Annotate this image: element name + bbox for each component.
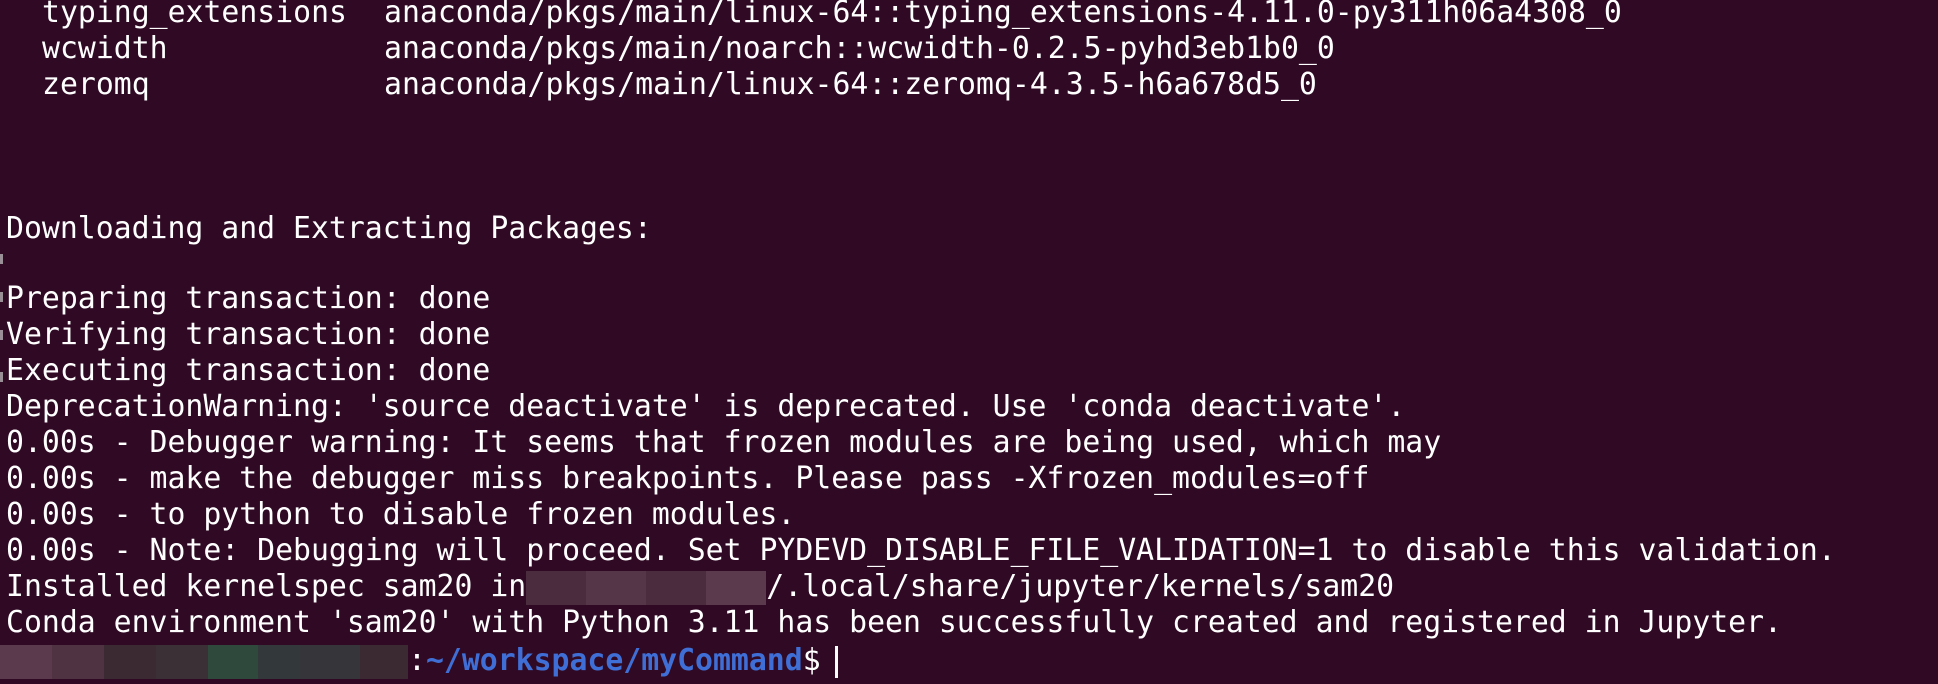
verifying-line: Verifying transaction: done bbox=[6, 317, 491, 352]
preparing-line: Preparing transaction: done bbox=[6, 281, 491, 316]
scrollback-marker bbox=[0, 330, 3, 340]
executing-line: Executing transaction: done bbox=[6, 353, 491, 388]
scrollback-marker bbox=[0, 254, 3, 264]
prompt-symbol: $ bbox=[802, 643, 821, 678]
scrollback-marker bbox=[0, 372, 3, 382]
installed-suffix: /.local/share/jupyter/kernels/sam20 bbox=[766, 569, 1395, 604]
redacted-home-path bbox=[526, 570, 767, 605]
scrollback-marker bbox=[0, 292, 3, 302]
package-spec: anaconda/pkgs/main/linux-64::zeromq-4.3.… bbox=[384, 67, 1317, 102]
debugger-warning-line: 0.00s - to python to disable frozen modu… bbox=[6, 497, 796, 532]
debugger-warning-line: 0.00s - make the debugger miss breakpoin… bbox=[6, 461, 1370, 496]
debugger-note-line: 0.00s - Note: Debugging will proceed. Se… bbox=[6, 533, 1836, 568]
package-spec: anaconda/pkgs/main/noarch::wcwidth-0.2.5… bbox=[384, 31, 1335, 66]
text-cursor[interactable] bbox=[834, 645, 838, 678]
downloading-line: Downloading and Extracting Packages: bbox=[6, 211, 652, 246]
deprecation-warning-line: DeprecationWarning: 'source deactivate' … bbox=[6, 389, 1406, 424]
package-name: zeromq bbox=[42, 67, 150, 102]
installed-prefix: Installed kernelspec sam20 in bbox=[6, 569, 527, 604]
package-spec: anaconda/pkgs/main/linux-64::typing_exte… bbox=[384, 0, 1622, 30]
redacted-user-host bbox=[0, 644, 408, 679]
package-name: wcwidth bbox=[42, 31, 168, 66]
shell-prompt[interactable]: :~/workspace/myCommand$ bbox=[0, 643, 838, 679]
package-name: typing_extensions bbox=[42, 0, 347, 30]
prompt-path: ~/workspace/myCommand bbox=[425, 643, 803, 678]
terminal-window[interactable]: typing_extensions anaconda/pkgs/main/lin… bbox=[0, 0, 1938, 684]
prompt-separator: : bbox=[408, 643, 426, 678]
success-line: Conda environment 'sam20' with Python 3.… bbox=[6, 605, 1782, 640]
installed-kernelspec-line: Installed kernelspec sam20 in /.local/sha… bbox=[6, 569, 1394, 605]
debugger-warning-line: 0.00s - Debugger warning: It seems that … bbox=[6, 425, 1442, 460]
